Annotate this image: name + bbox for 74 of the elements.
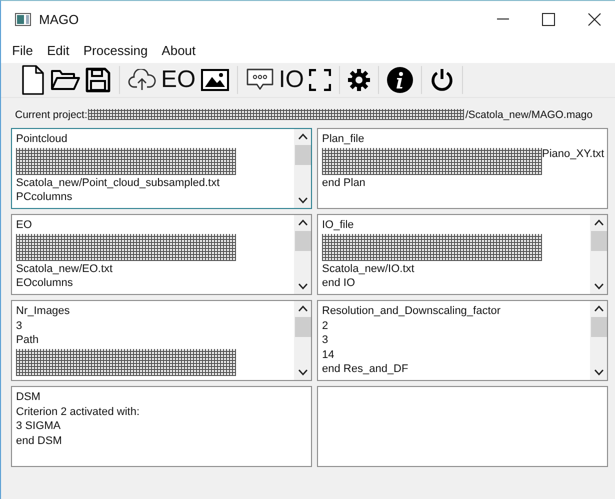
- settings-icon[interactable]: [348, 69, 370, 91]
- scrollbar[interactable]: [294, 215, 311, 294]
- text-line: Plan_file: [322, 132, 364, 147]
- scroll-up-icon[interactable]: [594, 305, 604, 312]
- text-line: Nr_Images: [16, 304, 70, 319]
- text-area[interactable]: EO Scatola_new/EO.txt EOcolumns: [11, 214, 312, 295]
- text-line: Resolution_and_Downscaling_factor: [322, 304, 501, 319]
- scroll-thumb[interactable]: [294, 145, 310, 165]
- text-line: 2: [322, 318, 328, 334]
- text-area[interactable]: Nr_Images 3 Path: [11, 300, 312, 381]
- power-icon[interactable]: [430, 68, 454, 92]
- menu-item[interactable]: File: [12, 42, 33, 58]
- text-line: IO_file: [322, 218, 354, 233]
- text-area[interactable]: [317, 386, 608, 467]
- text-line: Path: [16, 333, 39, 348]
- text-area[interactable]: IO_file Scatola_new/IO.txt end IO: [317, 214, 608, 295]
- new-file-icon[interactable]: [21, 65, 45, 95]
- text-area[interactable]: Resolution_and_Downscaling_factor 2 3 14 end Res_and_DF: [317, 300, 608, 381]
- scroll-up-icon[interactable]: [298, 305, 308, 312]
- save-icon[interactable]: [85, 67, 111, 93]
- text-line: 3 SIGMA: [16, 419, 61, 434]
- scroll-up-icon[interactable]: [298, 133, 308, 140]
- cloud-upload-icon[interactable]: [128, 69, 156, 91]
- text-line: Scatola_new/IO.txt: [322, 262, 414, 276]
- scroll-down-icon[interactable]: [594, 283, 604, 290]
- scrollbar[interactable]: [294, 301, 311, 380]
- text-area[interactable]: Pointcloud Scatola_new/Point_cloud_subsampled.txt PCcolumns: [11, 128, 312, 209]
- scroll-thumb[interactable]: [590, 317, 606, 337]
- scroll-up-icon[interactable]: [594, 219, 604, 226]
- fullscreen-icon[interactable]: [309, 69, 332, 91]
- scrollbar[interactable]: [294, 129, 311, 208]
- close-icon[interactable]: [588, 12, 601, 26]
- text-line: Scatola_new/EO.txt: [16, 262, 113, 276]
- scrollbar[interactable]: [590, 215, 607, 294]
- text-line: EO: [16, 218, 32, 233]
- text-line: Piano_XY.txt: [542, 146, 604, 162]
- text-area[interactable]: DSM Criterion 2 activated with: 3 SIGMA end DSM: [11, 386, 312, 467]
- maximize-icon[interactable]: [542, 12, 555, 26]
- text-line: end Plan: [322, 176, 366, 190]
- text-line: end Res_and_DF: [322, 362, 408, 377]
- menu-item[interactable]: About: [162, 42, 196, 58]
- info-icon[interactable]: [387, 67, 414, 93]
- scroll-down-icon[interactable]: [298, 369, 308, 376]
- scroll-down-icon[interactable]: [298, 283, 308, 290]
- app-icon: [15, 12, 31, 26]
- text-line: Pointcloud: [16, 132, 68, 147]
- text-line: 14: [322, 348, 334, 362]
- scroll-thumb[interactable]: [294, 231, 310, 251]
- text-line: end DSM: [16, 434, 62, 448]
- window-title: MAGO: [39, 12, 79, 26]
- text-area[interactable]: Plan_file Piano_XY.txt end Plan: [317, 128, 608, 209]
- scroll-thumb[interactable]: [590, 231, 606, 251]
- folder-icon[interactable]: [50, 68, 80, 92]
- text-line: EOcolumns: [16, 276, 73, 291]
- io-button[interactable]: IO: [278, 67, 304, 93]
- scroll-up-icon[interactable]: [298, 219, 308, 226]
- text-line: Scatola_new/Point_cloud_subsampled.txt: [16, 176, 220, 190]
- text-line: PCcolumns: [16, 190, 72, 205]
- text-line: DSM: [16, 390, 40, 405]
- menu-item[interactable]: Processing: [83, 42, 148, 58]
- scroll-down-icon[interactable]: [594, 369, 604, 376]
- text-line: Criterion 2 activated with:: [16, 404, 140, 420]
- text-line: end IO: [322, 276, 356, 291]
- project-path: /Scatola_new/MAGO.mago: [465, 108, 593, 120]
- image-icon[interactable]: [200, 69, 229, 91]
- eo-button[interactable]: EO: [161, 67, 196, 93]
- scrollbar[interactable]: [590, 301, 607, 380]
- project-label: Current project:: [15, 108, 88, 120]
- text-line: 3: [16, 318, 22, 334]
- scroll-down-icon[interactable]: [298, 197, 308, 204]
- scroll-thumb[interactable]: [294, 317, 310, 337]
- chat-icon[interactable]: [246, 68, 274, 92]
- menu-item[interactable]: Edit: [46, 42, 70, 58]
- text-line: 3: [322, 333, 328, 348]
